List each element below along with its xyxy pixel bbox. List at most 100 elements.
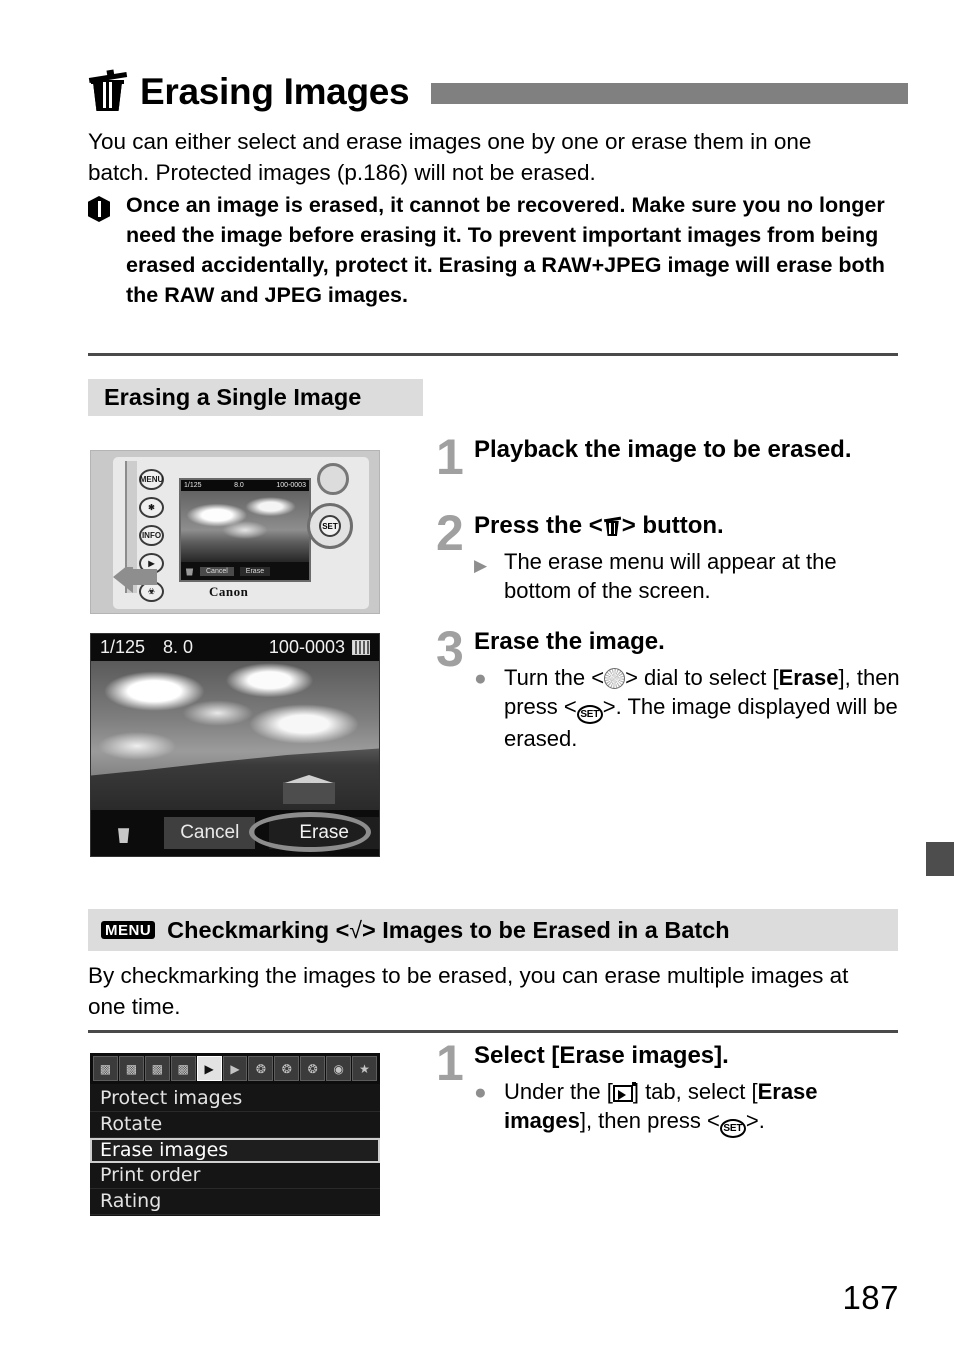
section-heading-batch: MENU Checkmarking <√> Images to be Erase… xyxy=(88,909,898,951)
checkmark-icon: √ xyxy=(349,916,363,943)
camera-info-button: INFO xyxy=(139,525,164,546)
step-number: 2 xyxy=(436,505,464,561)
menu-tab-strip: ▩ ▩ ▩ ▩ ▶ ▶ ❂ ❂ ❂ ◉ ★ xyxy=(90,1053,380,1084)
menu-tab-my-menu: ★ xyxy=(352,1056,377,1081)
step-2-single: 2 Press the < > button. ▶ The erase menu … xyxy=(436,505,906,605)
triangle-bullet-icon: ▶ xyxy=(474,556,488,575)
step-bullet: ● Turn the < > dial to select [Erase], th… xyxy=(474,663,911,753)
step-bullet: ● Under the [] tab, select [Erase images… xyxy=(474,1077,906,1138)
step-bullet: ▶ The erase menu will appear at the bott… xyxy=(474,547,906,605)
bullet-text-a: Under the [ xyxy=(504,1079,613,1104)
step-3-single: 3 Erase the image. ● Turn the < > dial to… xyxy=(436,621,911,753)
chapter-tab-marker xyxy=(926,842,954,876)
trash-icon xyxy=(88,69,128,113)
camera-lcd-erasemenu: Cancel Erase xyxy=(181,562,309,580)
warning-text: Once an image is erased, it cannot be re… xyxy=(126,193,885,307)
intro-paragraph: You can either select and erase images o… xyxy=(88,129,812,185)
menu-item-protect-images[interactable]: Protect images xyxy=(90,1086,380,1112)
step-1-batch: 1 Select [Erase images]. ● Under the [ ] … xyxy=(436,1035,906,1138)
menu-tab-shooting-1: ▩ xyxy=(93,1056,118,1081)
step-bullet-text: Under the [] tab, select [Erase images],… xyxy=(504,1077,906,1138)
menu-item-rotate[interactable]: Rotate xyxy=(90,1112,380,1138)
camera-lcd-aperture: 8.0 xyxy=(234,482,244,489)
warning-block: Once an image is erased, it cannot be re… xyxy=(88,190,898,310)
section-heading-batch-label: Checkmarking <√> Images to be Erased in … xyxy=(167,917,730,944)
menu-item-list: Protect images Rotate Erase images Print… xyxy=(90,1084,380,1215)
bullet-text-a: Turn the < xyxy=(504,665,605,690)
heading-pre: Checkmarking < xyxy=(167,916,350,943)
lcd-erase-option[interactable]: Erase xyxy=(269,817,379,849)
step-number: 1 xyxy=(436,429,464,485)
step-title-post: > button. xyxy=(621,512,724,539)
menu-item-print-order[interactable]: Print order xyxy=(90,1163,380,1189)
menu-tab-playback-1[interactable]: ▶ xyxy=(196,1056,222,1081)
camera-menu-button: MENU xyxy=(139,469,164,490)
camera-set-button: SET xyxy=(319,515,341,537)
camera-menu-screenshot: ▩ ▩ ▩ ▩ ▶ ▶ ❂ ❂ ❂ ◉ ★ Protect images Rot… xyxy=(90,1053,380,1216)
playback-tab-icon xyxy=(612,1082,636,1102)
dot-bullet-icon: ● xyxy=(474,667,487,690)
camera-main-dial xyxy=(317,463,349,495)
section-heading-single-label: Erasing a Single Image xyxy=(104,384,362,410)
camera-lcd-shutter: 1/125 xyxy=(184,482,202,489)
page-title: Erasing Images xyxy=(140,70,410,112)
camera-quick-control-dial: SET xyxy=(307,503,353,549)
menu-tab-setup-3: ❂ xyxy=(300,1056,326,1081)
page-number: 187 xyxy=(842,1279,899,1316)
section-heading-single: Erasing a Single Image xyxy=(88,379,423,416)
bullet-text-d: >. xyxy=(745,1108,765,1133)
dot-bullet-icon: ● xyxy=(474,1081,487,1104)
heading-post: > Images to be Erased in a Batch xyxy=(362,916,730,943)
trash-icon-mini xyxy=(185,568,194,576)
menu-tab-custom-functions: ◉ xyxy=(326,1056,352,1081)
camera-lcd-preview: 1/125 8.0 100-0003 Cancel Erase xyxy=(179,478,311,582)
menu-badge-icon: MENU xyxy=(101,920,156,940)
lcd-shutter-speed: 1/125 xyxy=(100,637,146,657)
camera-lcd-cancel: Cancel xyxy=(200,566,234,576)
lcd-photo-barn xyxy=(283,782,335,804)
step-bullet-text: The erase menu will appear at the bottom… xyxy=(504,549,837,603)
divider-top xyxy=(88,353,898,356)
menu-tab-setup-1: ❂ xyxy=(248,1056,274,1081)
title-accent-bar xyxy=(431,82,908,104)
menu-item-erase-images[interactable]: Erase images xyxy=(90,1138,380,1163)
bullet-text-c: ], then press < xyxy=(579,1108,720,1133)
menu-tab-shooting-3: ▩ xyxy=(144,1056,170,1081)
step-number: 1 xyxy=(436,1035,464,1091)
caution-icon xyxy=(88,196,110,222)
menu-tab-shooting-2: ▩ xyxy=(118,1056,144,1081)
camera-lcd-infobar: 1/125 8.0 100-0003 xyxy=(181,480,309,491)
trash-icon xyxy=(118,828,130,843)
step-title: Erase the image. xyxy=(474,628,665,655)
camera-illustration: MENU ✱ INFO ▶ ☣ 1/125 8.0 100-0003 Cance… xyxy=(90,450,380,614)
camera-lcd-file: 100-0003 xyxy=(276,482,306,489)
lcd-aperture: 8. 0 xyxy=(163,637,194,657)
camera-picture-style-button: ✱ xyxy=(139,497,164,518)
menu-tab-setup-2: ❂ xyxy=(274,1056,300,1081)
divider-bottom xyxy=(88,1030,898,1033)
set-button-icon: SET xyxy=(576,705,603,724)
step-bullet-text: Turn the < > dial to select [Erase], then… xyxy=(504,663,911,753)
batch-intro-paragraph: By checkmarking the images to be erased,… xyxy=(88,963,849,1019)
step-title: Select [Erase images]. xyxy=(474,1042,729,1069)
menu-tab-playback-2: ▶ xyxy=(222,1056,248,1081)
set-button-icon: SET xyxy=(719,1119,746,1138)
menu-tab-shooting-4: ▩ xyxy=(170,1056,196,1081)
bullet-erase-label: Erase xyxy=(778,665,839,690)
bullet-text-b: ] tab, select [ xyxy=(632,1079,758,1104)
bullet-text-b: > dial to select [ xyxy=(625,665,779,690)
menu-item-rating[interactable]: Rating xyxy=(90,1189,380,1215)
lcd-file-number: 100-0003 xyxy=(268,637,345,657)
trash-icon xyxy=(603,516,621,536)
lcd-erase-screenshot: 1/125 8. 0 100-0003 Cancel Erase xyxy=(90,633,380,857)
step-1-single: 1 Playback the image to be erased. xyxy=(436,429,906,485)
page-title-row: Erasing Images xyxy=(88,62,908,120)
step-number: 3 xyxy=(436,621,464,677)
camera-lcd-erase: Erase xyxy=(239,566,271,576)
lcd-cancel-option[interactable]: Cancel xyxy=(164,817,256,849)
camera-lcd-ground xyxy=(181,542,309,562)
step-title: Playback the image to be erased. xyxy=(474,436,852,463)
card-icon xyxy=(352,640,370,655)
lcd-info-bar: 1/125 8. 0 100-0003 xyxy=(91,634,379,661)
pointer-arrow-icon xyxy=(113,567,157,593)
